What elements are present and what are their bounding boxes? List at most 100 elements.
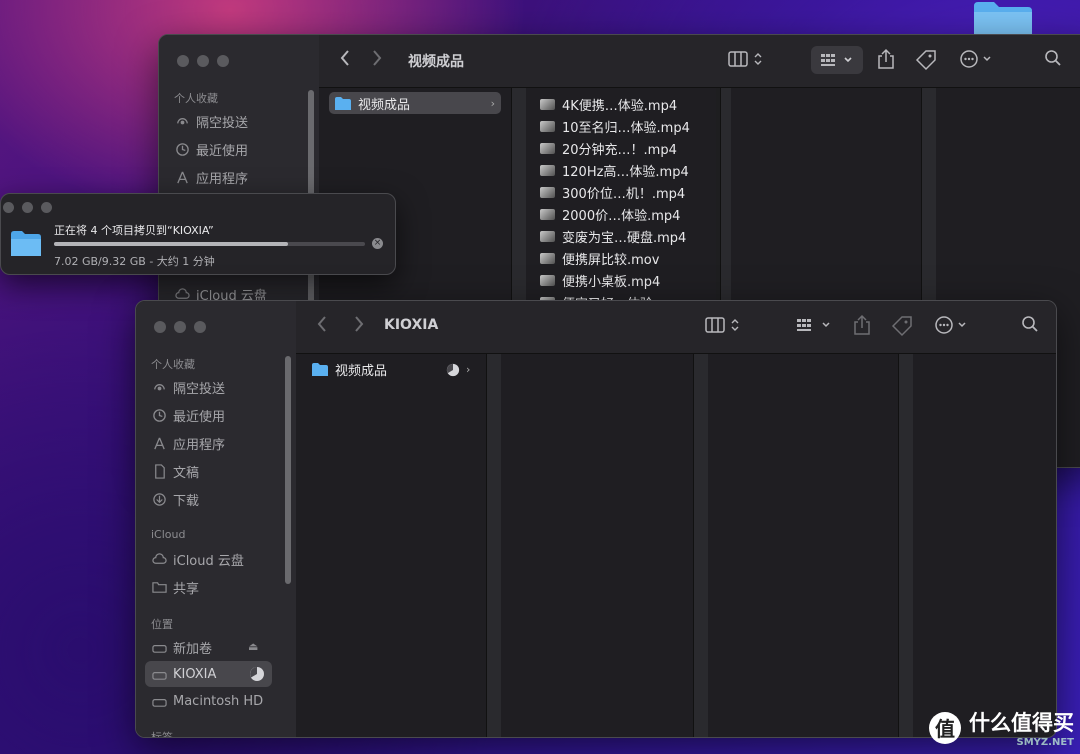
search-icon[interactable]	[1044, 49, 1062, 67]
file-name: 120Hz高…体验.mp4	[562, 165, 689, 180]
sidebar-scrollbar[interactable]	[285, 356, 291, 584]
file-name: 2000价…体验.mp4	[562, 209, 681, 224]
group-button[interactable]	[811, 46, 863, 74]
column-divider[interactable]	[486, 354, 502, 737]
sidebar-item-label: 新加卷	[173, 642, 213, 657]
file-name: 便携小桌板.mp4	[562, 275, 661, 290]
sidebar-item-downloads[interactable]: 下载	[152, 490, 199, 509]
watermark-text: 什么值得买	[969, 711, 1074, 735]
window-title: 视频成品	[408, 54, 464, 70]
column-view-icon[interactable]	[728, 51, 766, 67]
sidebar-item-new-volume[interactable]: 新加卷	[152, 638, 212, 657]
progress-pie-icon	[446, 363, 460, 376]
file-row[interactable]: 300价位…机！.mp4	[540, 183, 685, 202]
finder-window-front[interactable]: 个人收藏 隔空投送 最近使用 应用程序 文稿 下载 iCloud iCloud …	[135, 300, 1057, 738]
eject-icon[interactable]: ⏏	[248, 640, 258, 653]
zoom-button[interactable]	[217, 55, 229, 67]
sidebar-item-label: 隔空投送	[173, 382, 226, 397]
file-row[interactable]: 4K便携…体验.mp4	[540, 95, 677, 114]
sidebar-item-applications[interactable]: 应用程序	[152, 434, 225, 453]
file-row[interactable]: 便携小桌板.mp4	[540, 271, 660, 290]
sidebar-item-applications[interactable]: 应用程序	[175, 168, 248, 187]
chevron-right-icon: ›	[490, 96, 495, 110]
file-row[interactable]: 便携屏比较.mov	[540, 249, 659, 268]
share-icon[interactable]	[853, 314, 871, 336]
desktop-folder-icon[interactable]	[972, 0, 1034, 36]
file-row[interactable]: 2000价…体验.mp4	[540, 205, 680, 224]
video-thumbnail-icon	[540, 253, 555, 264]
file-row[interactable]: 20分钟充…！.mp4	[540, 139, 677, 158]
file-row[interactable]: 10至名归…体验.mp4	[540, 117, 690, 136]
minimize-button[interactable]	[22, 202, 33, 213]
column-view-icon[interactable]	[705, 317, 743, 333]
tag-icon[interactable]	[915, 49, 937, 71]
video-thumbnail-icon	[540, 231, 555, 242]
video-thumbnail-icon	[540, 275, 555, 286]
document-icon	[155, 464, 165, 479]
forward-arrow-icon[interactable]	[353, 315, 365, 333]
column-3	[708, 354, 898, 737]
sidebar-item-label: 下载	[173, 494, 200, 509]
close-button[interactable]	[154, 321, 166, 333]
sidebar-item-airdrop[interactable]: 隔空投送	[152, 378, 225, 397]
file-name: 便携屏比较.mov	[562, 253, 660, 268]
folder-name: 视频成品	[358, 97, 411, 113]
forward-arrow-icon[interactable]	[371, 49, 383, 67]
close-button[interactable]	[3, 202, 14, 213]
folder-icon	[312, 363, 328, 376]
sidebar-section-favorites: 个人收藏	[174, 92, 218, 105]
zoom-button[interactable]	[41, 202, 52, 213]
share-icon[interactable]	[877, 48, 895, 70]
window-controls[interactable]	[154, 321, 206, 333]
sidebar-item-label: 应用程序	[173, 438, 226, 453]
sidebar-item-icloud-drive[interactable]: iCloud 云盘	[152, 550, 244, 569]
sidebar-item-documents[interactable]: 文稿	[152, 462, 199, 481]
window-controls[interactable]	[3, 202, 52, 213]
file-name: 4K便携…体验.mp4	[562, 99, 678, 114]
search-icon[interactable]	[1021, 315, 1039, 333]
toolbar: 视频成品	[319, 35, 1080, 88]
sidebar-item-recents[interactable]: 最近使用	[175, 140, 248, 159]
watermark: 值 什么值得买 SMYZ.NET	[929, 707, 1074, 748]
sidebar-item-label: 最近使用	[173, 410, 226, 425]
minimize-button[interactable]	[174, 321, 186, 333]
sidebar-item-recents[interactable]: 最近使用	[152, 406, 225, 425]
toolbar: KIOXIA	[296, 301, 1056, 354]
cancel-copy-button[interactable]: ×	[372, 238, 383, 249]
drive-icon	[152, 671, 167, 680]
file-row[interactable]: 变废为宝…硬盘.mp4	[540, 227, 686, 246]
chevron-right-icon: ›	[466, 363, 471, 376]
watermark-sub: SMYZ.NET	[1016, 737, 1074, 748]
sidebar-item-label: 应用程序	[196, 172, 249, 187]
zoom-button[interactable]	[194, 321, 206, 333]
more-actions-icon[interactable]	[959, 49, 995, 69]
minimize-button[interactable]	[197, 55, 209, 67]
column-divider[interactable]	[693, 354, 709, 737]
folder-icon	[335, 96, 351, 110]
sidebar-item-kioxia[interactable]: KIOXIA	[145, 661, 272, 687]
watermark-logo: 值	[929, 711, 961, 744]
file-name: 300价位…机！.mp4	[562, 187, 686, 202]
video-thumbnail-icon	[540, 209, 555, 220]
window-controls[interactable]	[177, 55, 229, 67]
more-actions-icon[interactable]	[934, 315, 970, 335]
sidebar-item-label: 隔空投送	[196, 116, 249, 131]
copy-progress-window[interactable]: 正在将 4 个项目拷贝到“KIOXIA” × 7.02 GB/9.32 GB -…	[0, 193, 396, 275]
sidebar-item-macintosh-hd[interactable]: Macintosh HD	[152, 694, 263, 709]
tag-icon[interactable]	[891, 315, 913, 337]
apps-icon	[154, 437, 165, 450]
group-button[interactable]	[796, 318, 834, 334]
sidebar-item-shared[interactable]: 共享	[152, 578, 199, 597]
file-name: 变废为宝…硬盘.mp4	[562, 231, 687, 246]
back-arrow-icon[interactable]	[339, 49, 351, 67]
video-thumbnail-icon	[540, 121, 555, 132]
sidebar-item-airdrop[interactable]: 隔空投送	[175, 112, 248, 131]
close-button[interactable]	[177, 55, 189, 67]
folder-row-selected[interactable]: 视频成品 ›	[329, 92, 501, 114]
file-name: 20分钟充…！.mp4	[562, 143, 677, 158]
folder-row[interactable]: 视频成品 ›	[312, 360, 472, 379]
file-row[interactable]: 120Hz高…体验.mp4	[540, 161, 689, 180]
back-arrow-icon[interactable]	[316, 315, 328, 333]
column-divider[interactable]	[898, 354, 914, 737]
airdrop-icon	[177, 118, 188, 125]
